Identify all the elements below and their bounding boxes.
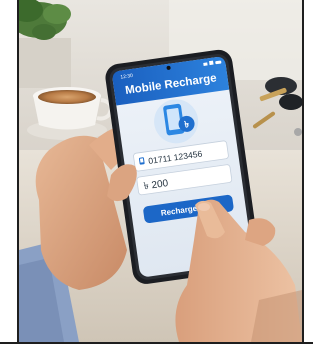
frame-border-bottom (0, 342, 313, 344)
photo-scene: 12:30 Mobile Recharge ৳ 01711 123456 ৳ 2… (19, 0, 302, 342)
plant (19, 0, 71, 88)
frame-border-right (302, 0, 304, 344)
photo-frame: 12:30 Mobile Recharge ৳ 01711 123456 ৳ 2… (19, 0, 302, 342)
frame-border-left (17, 0, 19, 344)
user-icon (138, 157, 145, 165)
